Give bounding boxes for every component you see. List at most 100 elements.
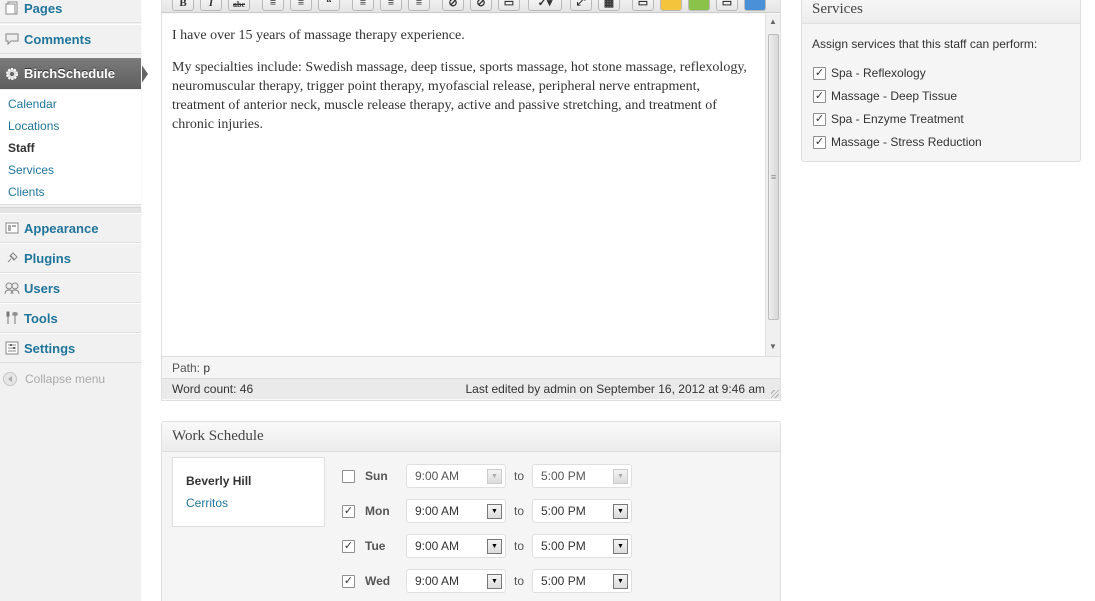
- to-label: to: [514, 504, 525, 518]
- kitchen-sink-button[interactable]: ▦: [598, 0, 620, 11]
- dropdown-arrow-icon: ▼: [613, 469, 628, 484]
- biography-editor: B I abc ≡ ≡ “ ≡ ≡ ≡ ⊘ ⊘ ▭ ✓▾ ⤢ ▦ ▭ ▭ I h…: [161, 0, 781, 401]
- service-item-massage-stress-reduction[interactable]: ✓ Massage - Stress Reduction: [813, 134, 982, 150]
- location-tab-cerritos[interactable]: Cerritos: [186, 496, 228, 510]
- submenu-locations[interactable]: Locations: [8, 119, 59, 133]
- pages-icon: [4, 0, 20, 16]
- menu-birchschedule-label: BirchSchedule: [24, 66, 116, 81]
- blockquote-button[interactable]: “: [318, 0, 340, 11]
- schedule-row-tue: ✓ Tue 9:00 AM ▼ to 5:00 PM ▼: [342, 534, 642, 560]
- more-tag-button[interactable]: ▭: [498, 0, 520, 11]
- service-checkbox[interactable]: ✓: [813, 89, 826, 103]
- bio-paragraph-2: My specialties include: Swedish massage,…: [172, 60, 747, 132]
- services-note: Assign services that this staff can perf…: [812, 37, 1038, 51]
- submenu-clients[interactable]: Clients: [8, 185, 45, 199]
- end-time-value: 5:00 PM: [541, 539, 586, 553]
- end-time-select-wed[interactable]: 5:00 PM ▼: [532, 569, 632, 593]
- menu-settings[interactable]: Settings: [0, 333, 141, 363]
- menu-users[interactable]: Users: [0, 273, 141, 303]
- start-time-value: 9:00 AM: [415, 574, 460, 588]
- collapse-menu-button[interactable]: Collapse menu: [3, 372, 105, 386]
- strikethrough-button[interactable]: abc: [228, 0, 250, 11]
- scroll-down-icon[interactable]: ▼: [769, 342, 777, 351]
- end-time-select-sun[interactable]: 5:00 PM ▼: [532, 464, 632, 488]
- service-checkbox[interactable]: ✓: [813, 66, 826, 80]
- start-time-select-mon[interactable]: 9:00 AM ▼: [406, 499, 506, 523]
- day-label-wed: Wed: [365, 574, 391, 588]
- toolbar-button-e[interactable]: [744, 0, 766, 11]
- editor-scrollbar[interactable]: ▲ ≡ ▼: [765, 14, 780, 356]
- scroll-up-icon[interactable]: ▲: [769, 17, 777, 26]
- start-time-select-sun[interactable]: 9:00 AM ▼: [406, 464, 506, 488]
- editor-content[interactable]: I have over 15 years of massage therapy …: [162, 14, 765, 356]
- submenu-services[interactable]: Services: [8, 163, 54, 177]
- start-time-select-tue[interactable]: 9:00 AM ▼: [406, 534, 506, 558]
- day-label-sun: Sun: [365, 469, 388, 483]
- toolbar-button-d[interactable]: ▭: [716, 0, 738, 11]
- submenu-staff[interactable]: Staff: [8, 141, 35, 155]
- schedule-row-mon: ✓ Mon 9:00 AM ▼ to 5:00 PM ▼: [342, 499, 642, 525]
- toolbar-button-b[interactable]: [660, 0, 682, 11]
- service-label: Spa - Enzyme Treatment: [831, 112, 964, 126]
- service-item-spa-enzyme-treatment[interactable]: ✓ Spa - Enzyme Treatment: [813, 111, 964, 127]
- numbered-list-button[interactable]: ≡: [290, 0, 312, 11]
- bio-paragraph-1: I have over 15 years of massage therapy …: [172, 28, 465, 43]
- location-tab-beverly-hill[interactable]: Beverly Hill: [186, 474, 251, 488]
- dropdown-arrow-icon: ▼: [487, 504, 502, 519]
- service-item-massage-deep-tissue[interactable]: ✓ Massage - Deep Tissue: [813, 88, 957, 104]
- to-label: to: [514, 469, 525, 483]
- bold-button[interactable]: B: [172, 0, 194, 11]
- end-time-value: 5:00 PM: [541, 574, 586, 588]
- spellcheck-button[interactable]: ✓▾: [528, 0, 562, 11]
- menu-pages-label: Pages: [24, 0, 63, 16]
- menu-appearance[interactable]: Appearance: [0, 213, 141, 243]
- day-checkbox-tue[interactable]: ✓: [342, 540, 355, 553]
- menu-tools-label: Tools: [24, 310, 58, 326]
- service-item-spa-reflexology[interactable]: ✓ Spa - Reflexology: [813, 65, 926, 81]
- work-schedule-title: Work Schedule: [162, 422, 780, 452]
- start-time-select-wed[interactable]: 9:00 AM ▼: [406, 569, 506, 593]
- service-label: Spa - Reflexology: [831, 66, 926, 80]
- align-center-button[interactable]: ≡: [380, 0, 402, 11]
- resize-handle[interactable]: [771, 390, 779, 398]
- menu-comments-label: Comments: [24, 31, 92, 47]
- menu-plugins-label: Plugins: [24, 250, 71, 266]
- birchschedule-submenu: Calendar Locations Staff Services Client…: [0, 90, 141, 205]
- end-time-select-mon[interactable]: 5:00 PM ▼: [532, 499, 632, 523]
- bullet-list-button[interactable]: ≡: [262, 0, 284, 11]
- editor-path-bar: Path: p: [162, 356, 780, 378]
- path-value[interactable]: p: [203, 361, 210, 375]
- toolbar-button-a[interactable]: ▭: [632, 0, 654, 11]
- scroll-thumb[interactable]: ≡: [768, 34, 779, 320]
- service-label: Massage - Stress Reduction: [831, 135, 982, 149]
- unlink-button[interactable]: ⊘: [470, 0, 492, 11]
- menu-comments[interactable]: Comments: [0, 24, 141, 54]
- menu-pages[interactable]: Pages: [0, 0, 141, 23]
- end-time-select-tue[interactable]: 5:00 PM ▼: [532, 534, 632, 558]
- service-checkbox[interactable]: ✓: [813, 112, 826, 126]
- services-box: Services Assign services that this staff…: [801, 0, 1081, 162]
- start-time-value: 9:00 AM: [415, 504, 460, 518]
- submenu-calendar[interactable]: Calendar: [8, 97, 57, 111]
- day-label-tue: Tue: [365, 539, 386, 553]
- service-checkbox[interactable]: ✓: [813, 135, 826, 149]
- italic-button[interactable]: I: [200, 0, 222, 11]
- services-title: Services: [802, 0, 1080, 24]
- day-label-mon: Mon: [365, 504, 390, 518]
- menu-tools[interactable]: Tools: [0, 303, 141, 333]
- day-checkbox-mon[interactable]: ✓: [342, 505, 355, 518]
- menu-plugins[interactable]: Plugins: [0, 243, 141, 273]
- plugins-icon: [4, 250, 20, 266]
- day-checkbox-wed[interactable]: ✓: [342, 575, 355, 588]
- settings-icon: [4, 340, 20, 356]
- last-edited-info: Last edited by admin on September 16, 20…: [465, 382, 765, 396]
- align-left-button[interactable]: ≡: [352, 0, 374, 11]
- work-schedule-box: Work Schedule Beverly Hill Cerritos Sun …: [161, 421, 781, 601]
- toolbar-button-c[interactable]: [688, 0, 710, 11]
- menu-birchschedule[interactable]: BirchSchedule: [0, 58, 141, 89]
- end-time-value: 5:00 PM: [541, 469, 586, 483]
- align-right-button[interactable]: ≡: [408, 0, 430, 11]
- fullscreen-button[interactable]: ⤢: [570, 0, 592, 11]
- insert-link-button[interactable]: ⊘: [442, 0, 464, 11]
- day-checkbox-sun[interactable]: [342, 470, 355, 483]
